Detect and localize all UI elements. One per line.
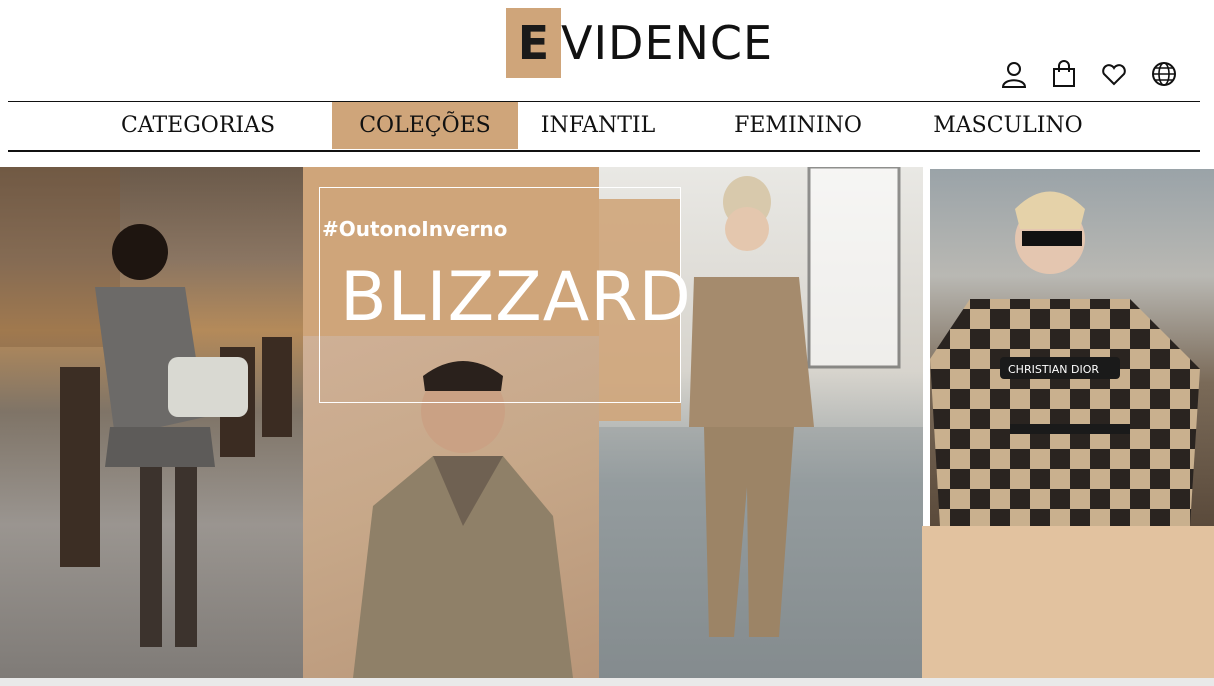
header-icons (1000, 60, 1178, 88)
photo-woman-street[interactable] (0, 167, 303, 678)
nav-item-categorias[interactable]: CATEGORIAS (98, 102, 298, 149)
user-icon[interactable] (1000, 60, 1028, 88)
collection-hashtag: #OutonoInverno (322, 217, 508, 241)
logo-wordmark: VIDENCE (561, 16, 774, 70)
nav-item-feminino[interactable]: FEMININO (718, 102, 878, 149)
shopping-bag-icon[interactable] (1050, 60, 1078, 88)
brand-logo[interactable]: E VIDENCE (506, 8, 773, 78)
bottom-scroll-strip (0, 678, 1214, 686)
logo-initial: E (506, 8, 561, 78)
main-nav: CATEGORIAS COLEÇÕES INFANTIL FEMININO MA… (8, 101, 1200, 152)
dior-badge-text: CHRISTIAN DIOR (1008, 363, 1099, 376)
nav-item-masculino[interactable]: MASCULINO (918, 102, 1098, 149)
photo-woman-dior-check[interactable]: CHRISTIAN DIOR (930, 169, 1214, 526)
nav-item-colecoes[interactable]: COLEÇÕES (332, 102, 518, 149)
collection-title: BLIZZARD (340, 258, 692, 337)
accent-block-light (922, 526, 1214, 678)
heart-icon[interactable] (1100, 60, 1128, 88)
nav-item-infantil[interactable]: INFANTIL (528, 102, 668, 149)
globe-icon[interactable] (1150, 60, 1178, 88)
